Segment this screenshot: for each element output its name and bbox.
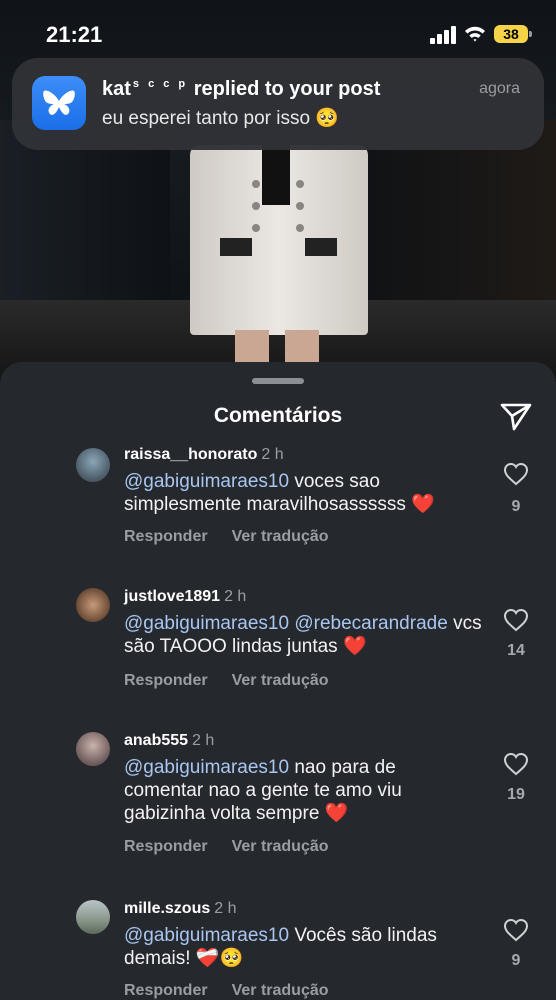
- comment-username[interactable]: anab555: [124, 732, 188, 749]
- status-bar: 21:21 38: [0, 0, 556, 60]
- butterfly-icon: [32, 76, 86, 130]
- comment-username-line: anab555 2 h: [124, 732, 214, 750]
- mention-link[interactable]: @rebecarandrade: [294, 613, 447, 634]
- like-count: 19: [507, 786, 525, 803]
- comment-username[interactable]: raissa__honorato: [124, 446, 257, 463]
- notification-sender-suffix: s c c p: [132, 78, 189, 91]
- notification-title: kat s c c p replied to your post: [102, 78, 380, 101]
- comment-username-line: mille.szous 2 h: [124, 900, 237, 918]
- comment-time: 2 h: [214, 900, 237, 917]
- like-count: 9: [511, 498, 521, 515]
- mention-link[interactable]: @gabiguimaraes10: [124, 471, 289, 492]
- notification-banner[interactable]: kat s c c p replied to your post eu esper…: [12, 58, 544, 150]
- comments-sheet[interactable]: Comentários raissa__honorato 2 h @gabigui…: [0, 362, 556, 1000]
- comment-time: 2 h: [224, 588, 247, 605]
- avatar[interactable]: [76, 900, 110, 934]
- comment-actions: Responder Ver tradução: [124, 672, 329, 690]
- comment-text: @gabiguimaraes10 @rebecarandrade vcs são…: [124, 612, 494, 658]
- cellular-signal-icon: [430, 26, 456, 44]
- like-count: 14: [507, 642, 525, 659]
- notification-time: agora: [479, 80, 520, 97]
- translate-button[interactable]: Ver tradução: [232, 672, 329, 689]
- heart-icon[interactable]: [503, 608, 529, 632]
- comment-text: @gabiguimaraes10 Vocês são lindas demais…: [124, 924, 474, 970]
- reply-button[interactable]: Responder: [124, 982, 208, 999]
- mention-link[interactable]: @gabiguimaraes10: [124, 613, 289, 634]
- comment-actions: Responder Ver tradução: [124, 528, 329, 546]
- comment-text: @gabiguimaraes10 voces sao simplesmente …: [124, 470, 484, 516]
- comment-username[interactable]: mille.szous: [124, 900, 210, 917]
- reply-button[interactable]: Responder: [124, 672, 208, 689]
- reply-button[interactable]: Responder: [124, 838, 208, 855]
- sheet-title: Comentários: [213, 404, 343, 427]
- comment-username-line: raissa__honorato 2 h: [124, 446, 284, 464]
- comment-item: justlove1891 2 h @gabiguimaraes10 @rebeca…: [0, 584, 556, 694]
- battery-indicator: 38: [494, 25, 528, 43]
- notification-message: eu esperei tanto por isso 🥺: [102, 108, 340, 129]
- reply-button[interactable]: Responder: [124, 528, 208, 545]
- translate-button[interactable]: Ver tradução: [232, 528, 329, 545]
- heart-icon[interactable]: [503, 462, 529, 486]
- avatar[interactable]: [76, 732, 110, 766]
- comment-text: @gabiguimaraes10 nao para de comentar na…: [124, 756, 454, 825]
- clock: 21:21: [46, 22, 103, 47]
- comment-time: 2 h: [192, 732, 215, 749]
- notification-action: replied to your post: [193, 78, 381, 100]
- wifi-icon: [465, 26, 485, 42]
- send-icon[interactable]: [500, 402, 532, 432]
- translate-button[interactable]: Ver tradução: [232, 982, 329, 999]
- comment-item: raissa__honorato 2 h @gabiguimaraes10 voc…: [0, 440, 556, 550]
- like-count: 9: [511, 952, 521, 969]
- comment-time: 2 h: [261, 446, 284, 463]
- comment-actions: Responder Ver tradução: [124, 982, 329, 1000]
- heart-icon[interactable]: [503, 752, 529, 776]
- mention-link[interactable]: @gabiguimaraes10: [124, 925, 289, 946]
- comment-item: mille.szous 2 h @gabiguimaraes10 Vocês sã…: [0, 898, 556, 1000]
- heart-icon[interactable]: [503, 918, 529, 942]
- avatar[interactable]: [76, 448, 110, 482]
- sheet-grabber[interactable]: [252, 378, 304, 384]
- comment-item: anab555 2 h @gabiguimaraes10 nao para de …: [0, 730, 556, 860]
- comment-actions: Responder Ver tradução: [124, 838, 329, 856]
- translate-button[interactable]: Ver tradução: [232, 838, 329, 855]
- avatar[interactable]: [76, 588, 110, 622]
- notification-sender: kat: [102, 78, 131, 100]
- comment-username-line: justlove1891 2 h: [124, 588, 246, 606]
- mention-link[interactable]: @gabiguimaraes10: [124, 757, 289, 778]
- comment-username[interactable]: justlove1891: [124, 588, 220, 605]
- battery-tip: [529, 31, 532, 37]
